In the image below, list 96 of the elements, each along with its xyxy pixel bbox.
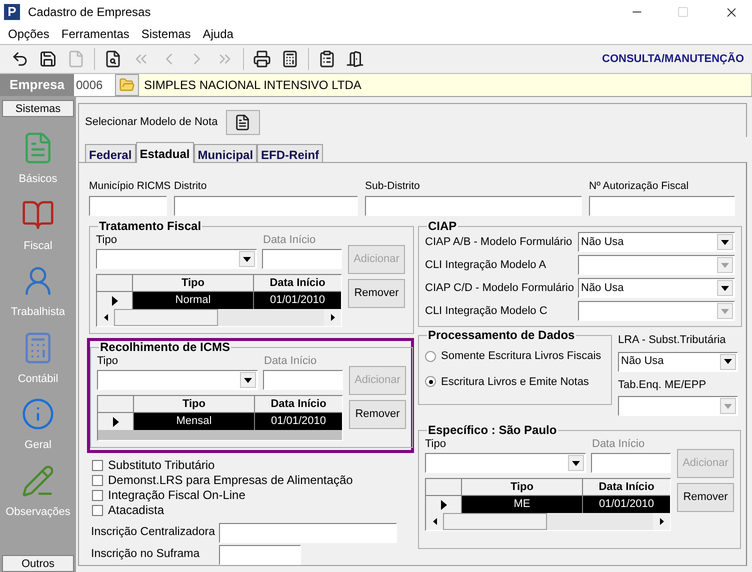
dropdown-field[interactable] [97, 370, 258, 390]
field-label: Tipo [96, 233, 118, 247]
action-button[interactable]: Remover [349, 400, 406, 429]
radio-label: Escritura Livros e Emite Notas [441, 374, 589, 390]
menu-item[interactable]: Sistemas [135, 25, 197, 43]
grid-row[interactable]: Normal 01/01/2010 [97, 292, 341, 309]
sidebar-footer[interactable]: Outros [2, 555, 74, 572]
field-label: Inscrição no Suframa [91, 547, 201, 562]
row-pointer-icon [440, 500, 446, 510]
checkbox-label: Demonst.LRS para Empresas de Alimentação [108, 474, 353, 487]
radio-label: Somente Escritura Livros Fiscais [441, 349, 602, 364]
calculator-icon[interactable] [281, 50, 299, 68]
company-name-field[interactable]: SIMPLES NACIONAL INTENSIVO LTDA [139, 74, 752, 96]
group-title: Recolhimento de ICMS [99, 341, 232, 353]
field-label: Data Início [592, 437, 645, 451]
text-field[interactable] [219, 523, 397, 543]
field-label: Selecionar Modelo de Nota [85, 114, 218, 130]
clipboard-icon[interactable] [318, 50, 336, 68]
dropdown-field[interactable] [96, 249, 257, 269]
group-title: Processamento de Dados [427, 329, 576, 341]
horizontal-scrollbar[interactable] [97, 309, 341, 326]
text-field[interactable] [89, 196, 167, 216]
print-icon[interactable] [253, 50, 271, 68]
field-label: Inscrição Centralizadora [91, 525, 216, 540]
checkbox-label: Substituto Tributário [108, 459, 215, 472]
menu-item[interactable]: Opções [2, 25, 56, 43]
table-cell-text: 01/01/2010 [270, 414, 328, 429]
dropdown-field[interactable] [425, 453, 586, 473]
sidebar-header[interactable]: Sistemas [2, 100, 74, 117]
checkbox[interactable] [92, 505, 103, 516]
table-cell-text: 01/01/2010 [598, 497, 656, 512]
grid-row[interactable]: Mensal 01/01/2010 [98, 413, 342, 430]
select-model-button[interactable] [226, 110, 260, 135]
scroll-right-icon[interactable] [330, 314, 334, 321]
mode-label: CONSULTA/MANUTENÇÃO [602, 51, 744, 67]
grid-row[interactable]: ME 01/01/2010 [426, 496, 670, 513]
date-field[interactable] [262, 249, 342, 269]
dropdown-field[interactable]: Não Usa [618, 352, 738, 372]
field-label: CLI Integração Modelo C [425, 304, 548, 319]
radio-button[interactable] [425, 350, 436, 362]
tab[interactable]: Estadual [136, 142, 194, 163]
company-code-field[interactable]: 0006 [74, 74, 115, 96]
dropdown-field[interactable]: Não Usa [578, 278, 735, 298]
field-label: Tipo [97, 354, 119, 368]
table-cell: Mensal [134, 413, 255, 430]
field-label: Nº Autorização Fiscal [589, 180, 690, 193]
scroll-left-icon[interactable] [104, 314, 108, 321]
checkbox[interactable] [92, 460, 103, 471]
tab[interactable]: Municipal [194, 144, 258, 162]
text-field[interactable] [589, 196, 735, 216]
text-field[interactable] [174, 196, 358, 216]
folder-icon [119, 77, 135, 93]
scroll-right-icon[interactable] [660, 518, 664, 525]
field-label: CLI Integração Modelo A [425, 258, 548, 273]
field-label: Distrito [174, 180, 208, 193]
company-label: Empresa [0, 74, 74, 96]
document-list-icon [234, 114, 252, 131]
text-field[interactable] [365, 196, 582, 216]
field-label: Tipo [425, 437, 447, 451]
checkbox-label: Integração Fiscal On-Line [108, 489, 246, 502]
group-title: Específico : São Paulo [427, 424, 558, 436]
checkbox[interactable] [92, 475, 103, 486]
group-title: CIAP [427, 220, 458, 232]
field-label: Data Início [263, 233, 316, 247]
row-pointer-icon [112, 296, 118, 306]
date-field[interactable] [263, 370, 343, 390]
radio-button[interactable] [425, 376, 436, 388]
open-folder-button[interactable] [115, 74, 139, 96]
action-button[interactable]: Remover [677, 483, 734, 512]
dropdown-field[interactable]: Não Usa [578, 232, 735, 252]
undo-icon[interactable] [11, 50, 29, 68]
tab[interactable]: EFD-Reinf [257, 144, 324, 162]
table-cell-text: 01/01/2010 [268, 293, 326, 308]
checkbox[interactable] [92, 490, 103, 501]
window-title: Cadastro de Empresas [28, 4, 151, 21]
field-label: Sub-Distrito [365, 180, 421, 193]
preview-icon[interactable] [104, 50, 122, 68]
menu-item[interactable]: Ferramentas [55, 25, 136, 43]
date-field[interactable] [591, 453, 671, 473]
row-pointer-icon [112, 416, 118, 426]
save-icon[interactable] [39, 50, 57, 68]
menu-item[interactable]: Ajuda [196, 25, 240, 43]
app-logo: P [4, 4, 20, 20]
door-icon[interactable] [346, 50, 364, 68]
tab[interactable]: Federal [85, 144, 136, 162]
text-field[interactable] [219, 545, 301, 565]
checkbox-label: Atacadista [108, 504, 164, 517]
horizontal-scrollbar[interactable] [426, 513, 670, 530]
field-label: CIAP C/D - Modelo Formulário [425, 280, 575, 296]
field-label: Tab.Enq. ME/EPP [618, 378, 708, 392]
field-label: LRA - Subst.Tributária [618, 333, 727, 348]
scroll-left-icon[interactable] [432, 518, 436, 525]
field-label: CIAP A/B - Modelo Formulário [425, 234, 574, 250]
group-title: Tratamento Fiscal [98, 220, 202, 232]
action-button[interactable]: Remover [348, 279, 405, 308]
field-label: Data Início [264, 354, 317, 368]
